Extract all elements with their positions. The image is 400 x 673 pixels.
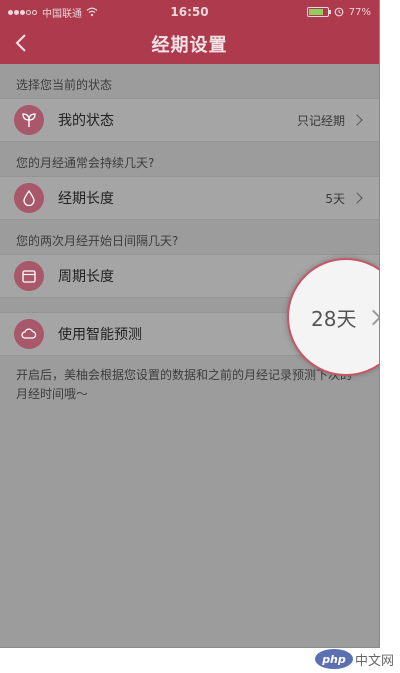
battery-fill — [308, 9, 323, 15]
battery-icon — [306, 7, 331, 17]
status-bar: 中国联通 16:50 77% — [0, 0, 379, 24]
alarm-icon — [334, 7, 344, 17]
my-status-row[interactable]: 我的状态 只记经期 — [0, 98, 379, 142]
magnified-cycle-value: 28天 — [311, 306, 357, 331]
period-length-value: 5天 — [325, 191, 345, 206]
smart-predict-label: 使用智能预测 — [58, 327, 142, 343]
calendar-icon — [14, 261, 44, 291]
my-status-value: 只记经期 — [296, 113, 345, 128]
status-right: 77% — [306, 6, 371, 18]
period-length-row[interactable]: 经期长度 5天 — [0, 176, 379, 220]
status-left: 中国联通 — [8, 5, 98, 20]
period-section-header: 您的月经通常会持续几天? — [16, 156, 155, 170]
cycle-section-header: 您的两次月经开始日间隔几天? — [16, 234, 179, 248]
droplet-icon — [14, 183, 44, 213]
carrier-label: 中国联通 — [42, 8, 82, 20]
status-section-header: 选择您当前的状态 — [16, 78, 113, 92]
cloud-icon — [14, 319, 44, 349]
battery-percent: 77% — [348, 6, 371, 18]
chevron-left-icon — [15, 34, 26, 52]
nav-bar: 经期设置 — [0, 24, 379, 64]
watermark-site: 中文网 — [354, 653, 394, 669]
app-frame: 中国联通 16:50 77% 经期设置 选择您当前的状态 我的状态 只记经期 您… — [0, 0, 380, 648]
chevron-right-icon — [351, 192, 363, 204]
php-logo: php — [314, 649, 353, 669]
signal-icon — [8, 7, 38, 18]
back-button[interactable] — [14, 32, 28, 59]
chevron-right-icon — [351, 114, 363, 126]
my-status-label: 我的状态 — [58, 113, 114, 129]
page-title: 经期设置 — [151, 35, 228, 56]
chevron-right-icon — [366, 309, 379, 325]
sprout-icon — [14, 105, 44, 135]
wifi-icon — [86, 7, 98, 17]
period-length-label: 经期长度 — [58, 191, 114, 207]
watermark: php 中文网 — [314, 649, 394, 669]
